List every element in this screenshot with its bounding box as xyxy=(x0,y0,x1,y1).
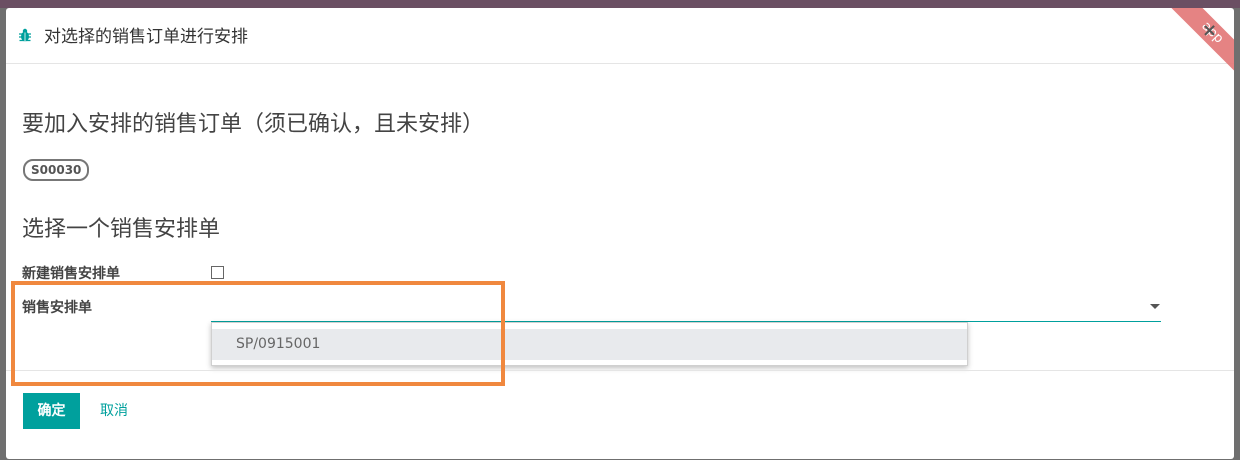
background-navbar xyxy=(0,0,1240,8)
orders-section-title: 要加入安排的销售订单（须已确认，且未安排） xyxy=(22,112,485,137)
close-button[interactable]: × xyxy=(1202,20,1217,41)
dialog-header: 对选择的销售订单进行安排 app × xyxy=(6,8,1234,84)
schedule-select-label: 销售安排单 xyxy=(22,300,92,316)
order-tag[interactable]: S00030 xyxy=(23,159,90,181)
dialog-footer: 确定 取消 xyxy=(6,370,1234,459)
app-ribbon: app xyxy=(1161,8,1234,84)
new-schedule-checkbox[interactable] xyxy=(211,266,224,279)
new-schedule-label: 新建销售安排单 xyxy=(22,266,120,282)
chevron-down-icon[interactable] xyxy=(1150,304,1160,309)
schedule-dialog: 对选择的销售订单进行安排 app × 要加入安排的销售订单（须已确认，且未安排）… xyxy=(6,8,1234,459)
schedule-section-title: 选择一个销售安排单 xyxy=(22,217,221,242)
cancel-button[interactable]: 取消 xyxy=(100,393,128,429)
confirm-button[interactable]: 确定 xyxy=(23,393,80,429)
schedule-dropdown: SP/0915001 xyxy=(211,322,968,366)
dialog-title: 对选择的销售订单进行安排 xyxy=(44,27,248,47)
bug-icon xyxy=(19,28,31,42)
dropdown-option[interactable]: SP/0915001 xyxy=(212,329,967,360)
